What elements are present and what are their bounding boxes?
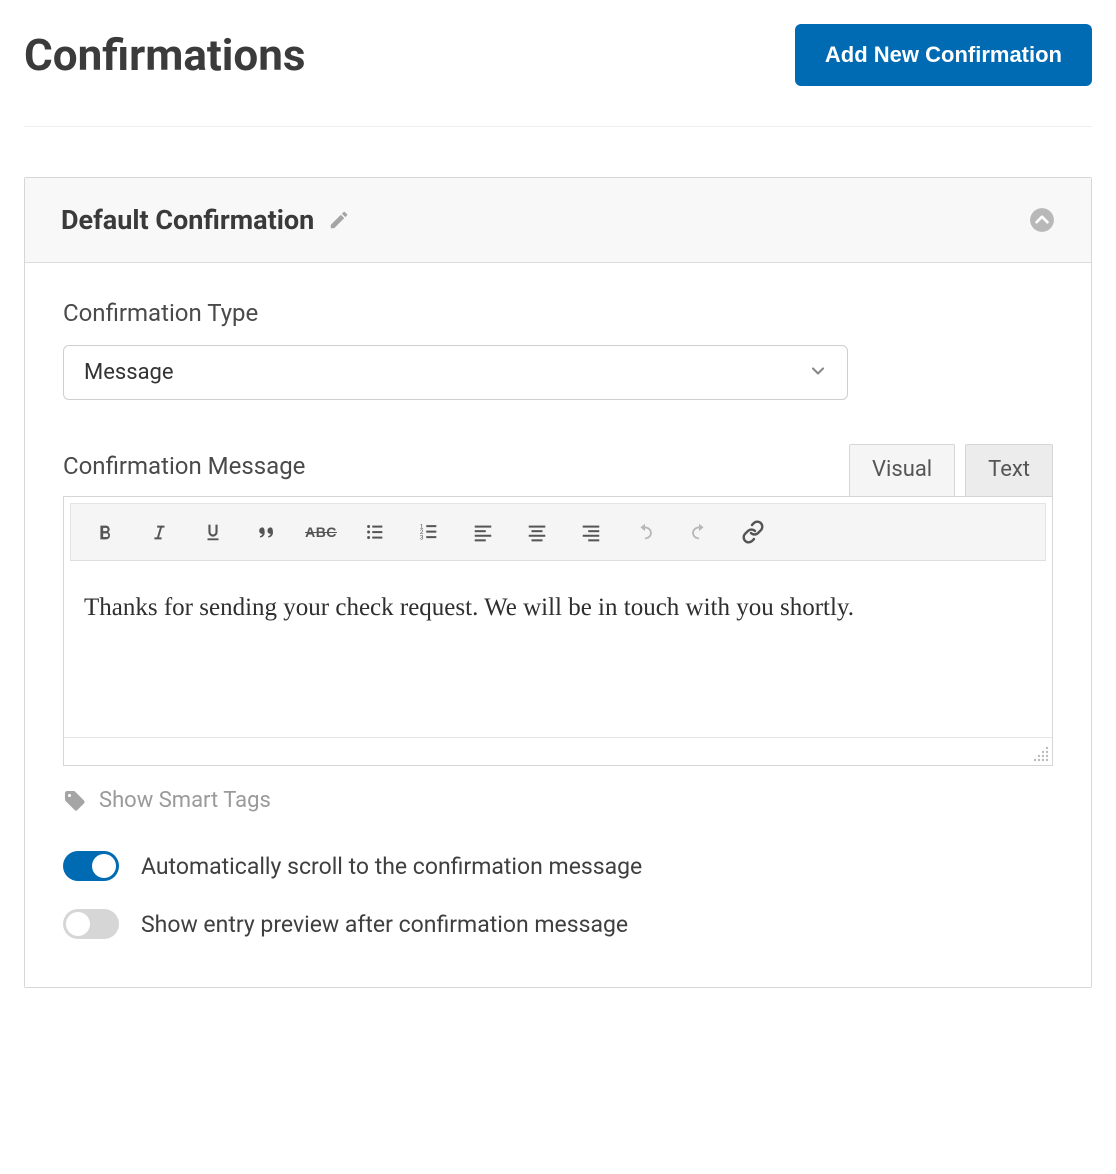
resize-handle-icon[interactable] xyxy=(1032,745,1050,763)
align-left-button[interactable] xyxy=(459,512,507,552)
numbered-list-button[interactable]: 123 xyxy=(405,512,453,552)
strikethrough-button[interactable]: ABC xyxy=(297,512,345,552)
tab-text[interactable]: Text xyxy=(965,444,1053,496)
pencil-icon[interactable] xyxy=(328,209,350,231)
align-center-button[interactable] xyxy=(513,512,561,552)
editor-toolbar: ABC 123 xyxy=(70,503,1046,561)
underline-button[interactable] xyxy=(189,512,237,552)
add-new-confirmation-button[interactable]: Add New Confirmation xyxy=(795,24,1092,86)
smart-tags-label: Show Smart Tags xyxy=(99,788,271,813)
undo-button[interactable] xyxy=(621,512,669,552)
confirmation-type-label: Confirmation Type xyxy=(63,299,1053,327)
svg-text:3: 3 xyxy=(420,534,424,541)
auto-scroll-label: Automatically scroll to the confirmation… xyxy=(141,853,642,880)
rich-text-editor: ABC 123 xyxy=(63,496,1053,766)
bold-button[interactable] xyxy=(81,512,129,552)
page-title: Confirmations xyxy=(24,29,306,81)
panel-header[interactable]: Default Confirmation xyxy=(25,178,1091,263)
tag-icon xyxy=(63,789,87,813)
smart-tags-toggle[interactable]: Show Smart Tags xyxy=(63,788,1053,813)
page-header: Confirmations Add New Confirmation xyxy=(24,24,1092,127)
editor-tabs: Visual Text xyxy=(849,444,1053,496)
message-textarea[interactable]: Thanks for sending your check request. W… xyxy=(64,567,1052,737)
confirmation-type-select[interactable]: Message xyxy=(63,345,848,400)
entry-preview-toggle[interactable] xyxy=(63,909,119,939)
confirmation-panel: Default Confirmation Confirmation Type M… xyxy=(24,177,1092,988)
tab-visual[interactable]: Visual xyxy=(849,444,955,496)
auto-scroll-row: Automatically scroll to the confirmation… xyxy=(63,851,1053,881)
align-right-button[interactable] xyxy=(567,512,615,552)
panel-body: Confirmation Type Message Confirmation M… xyxy=(25,263,1091,987)
link-button[interactable] xyxy=(729,512,777,552)
bulleted-list-button[interactable] xyxy=(351,512,399,552)
panel-title: Default Confirmation xyxy=(61,204,314,236)
redo-button[interactable] xyxy=(675,512,723,552)
italic-button[interactable] xyxy=(135,512,183,552)
blockquote-button[interactable] xyxy=(243,512,291,552)
entry-preview-row: Show entry preview after confirmation me… xyxy=(63,909,1053,939)
confirmation-message-label: Confirmation Message xyxy=(63,452,305,480)
entry-preview-label: Show entry preview after confirmation me… xyxy=(141,911,628,938)
editor-statusbar xyxy=(64,737,1052,765)
chevron-up-icon[interactable] xyxy=(1029,207,1055,233)
auto-scroll-toggle[interactable] xyxy=(63,851,119,881)
